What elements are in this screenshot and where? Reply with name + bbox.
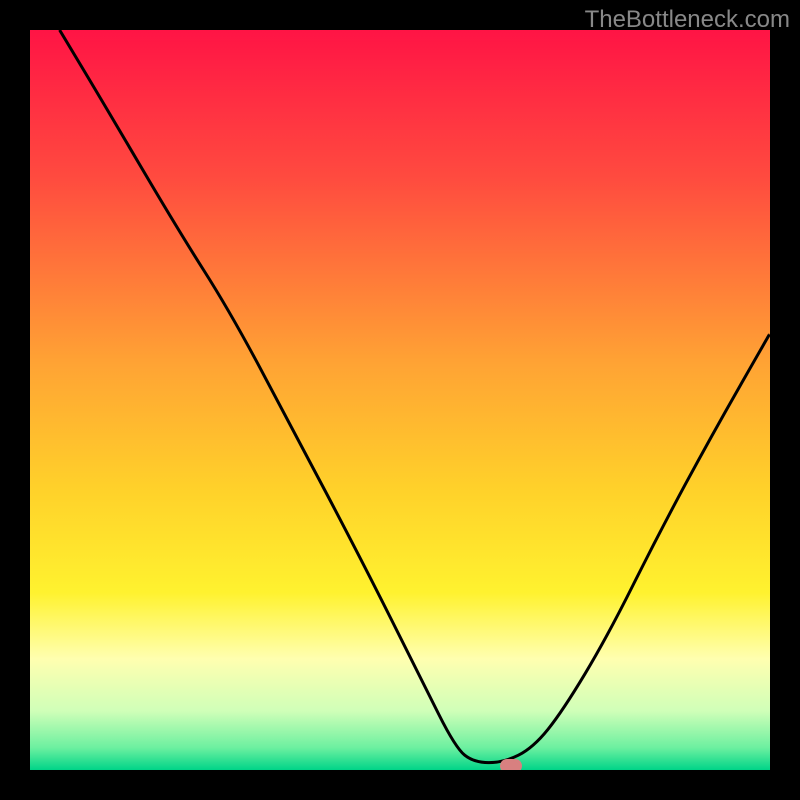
selected-point-marker: [500, 759, 522, 770]
plot-area: [30, 30, 770, 770]
curve-line: [30, 30, 770, 770]
watermark-text: TheBottleneck.com: [585, 6, 790, 34]
chart-container: TheBottleneck.com: [0, 0, 800, 800]
